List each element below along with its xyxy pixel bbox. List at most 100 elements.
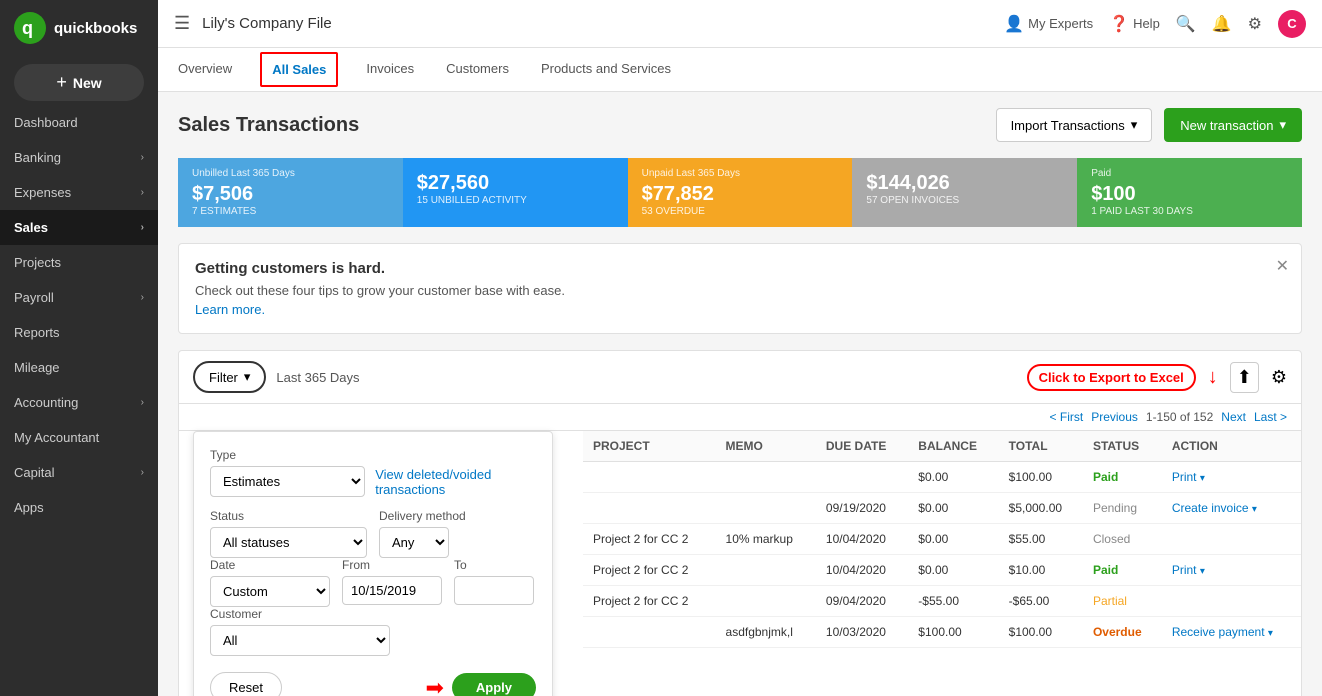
new-transaction-label: New transaction [1180,118,1273,133]
settings-icon[interactable]: ⚙ [1248,14,1262,34]
customer-label: Customer [210,607,536,621]
page-next[interactable]: Next [1221,410,1246,424]
cell-balance: $100.00 [908,617,998,648]
export-icon[interactable]: ⬆ [1230,362,1259,393]
tab-invoices[interactable]: Invoices [362,49,418,90]
sidebar-item-mileage[interactable]: Mileage [0,350,158,385]
sidebar-item-apps[interactable]: Apps [0,490,158,525]
menu-icon[interactable]: ☰ [174,13,190,34]
export-to-excel-callout[interactable]: Click to Export to Excel [1027,364,1196,391]
sidebar-item-sales[interactable]: Sales › [0,210,158,245]
type-select[interactable]: Estimates [210,466,365,497]
status-select[interactable]: All statuses [210,527,367,558]
cell-project: Project 2 for CC 2 [583,524,716,555]
close-icon[interactable]: ✕ [1276,256,1289,276]
cell-status: Partial [1083,586,1162,617]
sidebar-item-expenses[interactable]: Expenses › [0,175,158,210]
cell-action[interactable]: Print ▾ [1162,462,1301,493]
search-icon[interactable]: 🔍 [1176,14,1196,34]
filter-date-range: Last 365 Days [276,370,359,385]
cell-due-date [816,462,908,493]
sidebar-item-payroll[interactable]: Payroll › [0,280,158,315]
my-experts-button[interactable]: 👤 My Experts [1004,14,1093,34]
to-input[interactable] [454,576,534,605]
sidebar-logo-text: quickbooks [54,20,137,37]
stat-amount: $144,026 [866,172,1063,195]
filter-panel-wrapper: Type Estimates View deleted/voided trans… [179,431,1301,696]
page-previous[interactable]: Previous [1091,410,1138,424]
table-row: Project 2 for CC 2 09/04/2020 -$55.00 -$… [583,586,1301,617]
filter-to: To [454,558,536,607]
stats-row: Unbilled Last 365 Days $7,506 7 ESTIMATE… [178,158,1302,227]
from-label: From [342,558,442,572]
cell-status: Overdue [1083,617,1162,648]
filter-status-delivery-row: Status All statuses Delivery method Any [210,509,536,558]
sidebar-item-banking[interactable]: Banking › [0,140,158,175]
filter-actions: Reset ➡ Apply [210,672,536,696]
my-experts-label: My Experts [1028,16,1093,31]
table-settings-icon[interactable]: ⚙ [1271,367,1287,388]
content-area: Sales Transactions Import Transactions ▾… [158,92,1322,696]
company-name: Lily's Company File [202,15,992,32]
cell-action[interactable]: Print ▾ [1162,555,1301,586]
stat-sub: 53 OVERDUE [642,206,839,217]
import-transactions-button[interactable]: Import Transactions ▾ [996,108,1153,142]
avatar[interactable]: C [1278,10,1306,38]
cell-balance: $0.00 [908,493,998,524]
new-transaction-button[interactable]: New transaction ▾ [1164,108,1302,142]
help-button[interactable]: ❓ Help [1109,14,1160,34]
stat-amount: $100 [1091,183,1288,206]
filter-date: Date Custom [210,558,330,607]
notifications-icon[interactable]: 🔔 [1212,14,1232,34]
reset-button[interactable]: Reset [210,672,282,696]
filter-delivery: Delivery method Any [379,509,536,558]
delivery-select[interactable]: Any [379,527,449,558]
delivery-label: Delivery method [379,509,536,523]
tab-overview[interactable]: Overview [174,49,236,90]
chevron-right-icon: › [141,187,144,198]
date-select[interactable]: Custom [210,576,330,607]
cell-total: -$65.00 [999,586,1083,617]
sidebar-item-my-accountant[interactable]: My Accountant [0,420,158,455]
tab-all-sales[interactable]: All Sales [260,52,338,87]
chevron-right-icon: › [141,222,144,233]
new-button[interactable]: + New [14,64,144,101]
customer-select[interactable]: All [210,625,390,656]
sidebar-item-accounting[interactable]: Accounting › [0,385,158,420]
col-project: PROJECT [583,431,716,462]
col-action: ACTION [1162,431,1301,462]
stat-open-invoices[interactable]: $144,026 57 OPEN INVOICES [852,158,1077,227]
page-last[interactable]: Last > [1254,410,1287,424]
promo-learn-more-link[interactable]: Learn more. [195,302,265,317]
page-first[interactable]: < First [1050,410,1084,424]
page-title: Sales Transactions [178,114,359,137]
sidebar-item-dashboard[interactable]: Dashboard [0,105,158,140]
stat-amount: $77,852 [642,183,839,206]
sidebar-item-reports[interactable]: Reports [0,315,158,350]
cell-due-date: 10/03/2020 [816,617,908,648]
stat-paid[interactable]: Paid $100 1 PAID LAST 30 DAYS [1077,158,1302,227]
stat-overdue[interactable]: Unpaid Last 365 Days $77,852 53 OVERDUE [628,158,853,227]
filter-button[interactable]: Filter ▾ [193,361,266,393]
cell-action[interactable]: Receive payment ▾ [1162,617,1301,648]
table-header: Filter ▾ Last 365 Days Click to Export t… [179,351,1301,404]
col-total: TOTAL [999,431,1083,462]
cell-action[interactable]: Create invoice ▾ [1162,493,1301,524]
stat-estimates[interactable]: Unbilled Last 365 Days $7,506 7 ESTIMATE… [178,158,403,227]
col-status: STATUS [1083,431,1162,462]
stat-sub: 15 UNBILLED ACTIVITY [417,195,614,206]
tab-products-services[interactable]: Products and Services [537,49,675,90]
view-deleted-link[interactable]: View deleted/voided transactions [375,467,536,497]
from-input[interactable] [342,576,442,605]
apply-button[interactable]: Apply [452,673,536,696]
filter-date-row: Date Custom From To [210,558,536,607]
sidebar-item-label: Capital [14,465,54,480]
stat-unbilled[interactable]: $27,560 15 UNBILLED ACTIVITY [403,158,628,227]
cell-total: $100.00 [999,462,1083,493]
main-area: ☰ Lily's Company File 👤 My Experts ❓ Hel… [158,0,1322,696]
sidebar-item-projects[interactable]: Projects [0,245,158,280]
sidebar-item-capital[interactable]: Capital › [0,455,158,490]
new-button-plus-icon: + [56,72,67,93]
status-label: Status [210,509,367,523]
tab-customers[interactable]: Customers [442,49,513,90]
